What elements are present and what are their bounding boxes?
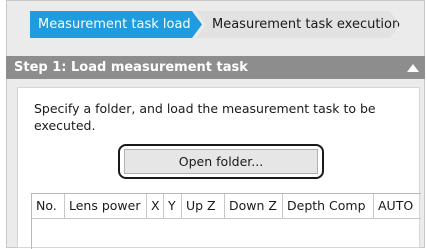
- section-title: Step 1: Load measurement task: [14, 60, 248, 75]
- column-header-x[interactable]: X: [147, 194, 164, 218]
- section-header[interactable]: Step 1: Load measurement task: [6, 56, 425, 79]
- column-header-no[interactable]: No.: [32, 194, 65, 218]
- column-header-up-z[interactable]: Up Z: [182, 194, 225, 218]
- step-tab-measurement-task-execution[interactable]: Measurement task execution: [196, 11, 400, 38]
- load-task-panel: Specify a folder, and load the measureme…: [17, 87, 421, 249]
- instruction-text: Specify a folder, and load the measureme…: [34, 101, 376, 133]
- column-header-y[interactable]: Y: [164, 194, 182, 218]
- column-header-down-z[interactable]: Down Z: [225, 194, 283, 218]
- step-tab-measurement-task-load[interactable]: Measurement task load: [30, 11, 202, 38]
- task-table: No. Lens power X Y Up Z Down Z Depth Com…: [31, 193, 421, 249]
- column-header-depth-comp[interactable]: Depth Comp: [283, 194, 374, 218]
- column-header-lens-power[interactable]: Lens power: [65, 194, 147, 218]
- collapse-icon[interactable]: [407, 64, 419, 72]
- step-navigator: Measurement task load Measurement task e…: [30, 11, 410, 38]
- table-header: No. Lens power X Y Up Z Down Z Depth Com…: [32, 194, 421, 219]
- column-header-auto[interactable]: AUTO: [374, 194, 421, 218]
- open-folder-button[interactable]: Open folder...: [124, 149, 318, 174]
